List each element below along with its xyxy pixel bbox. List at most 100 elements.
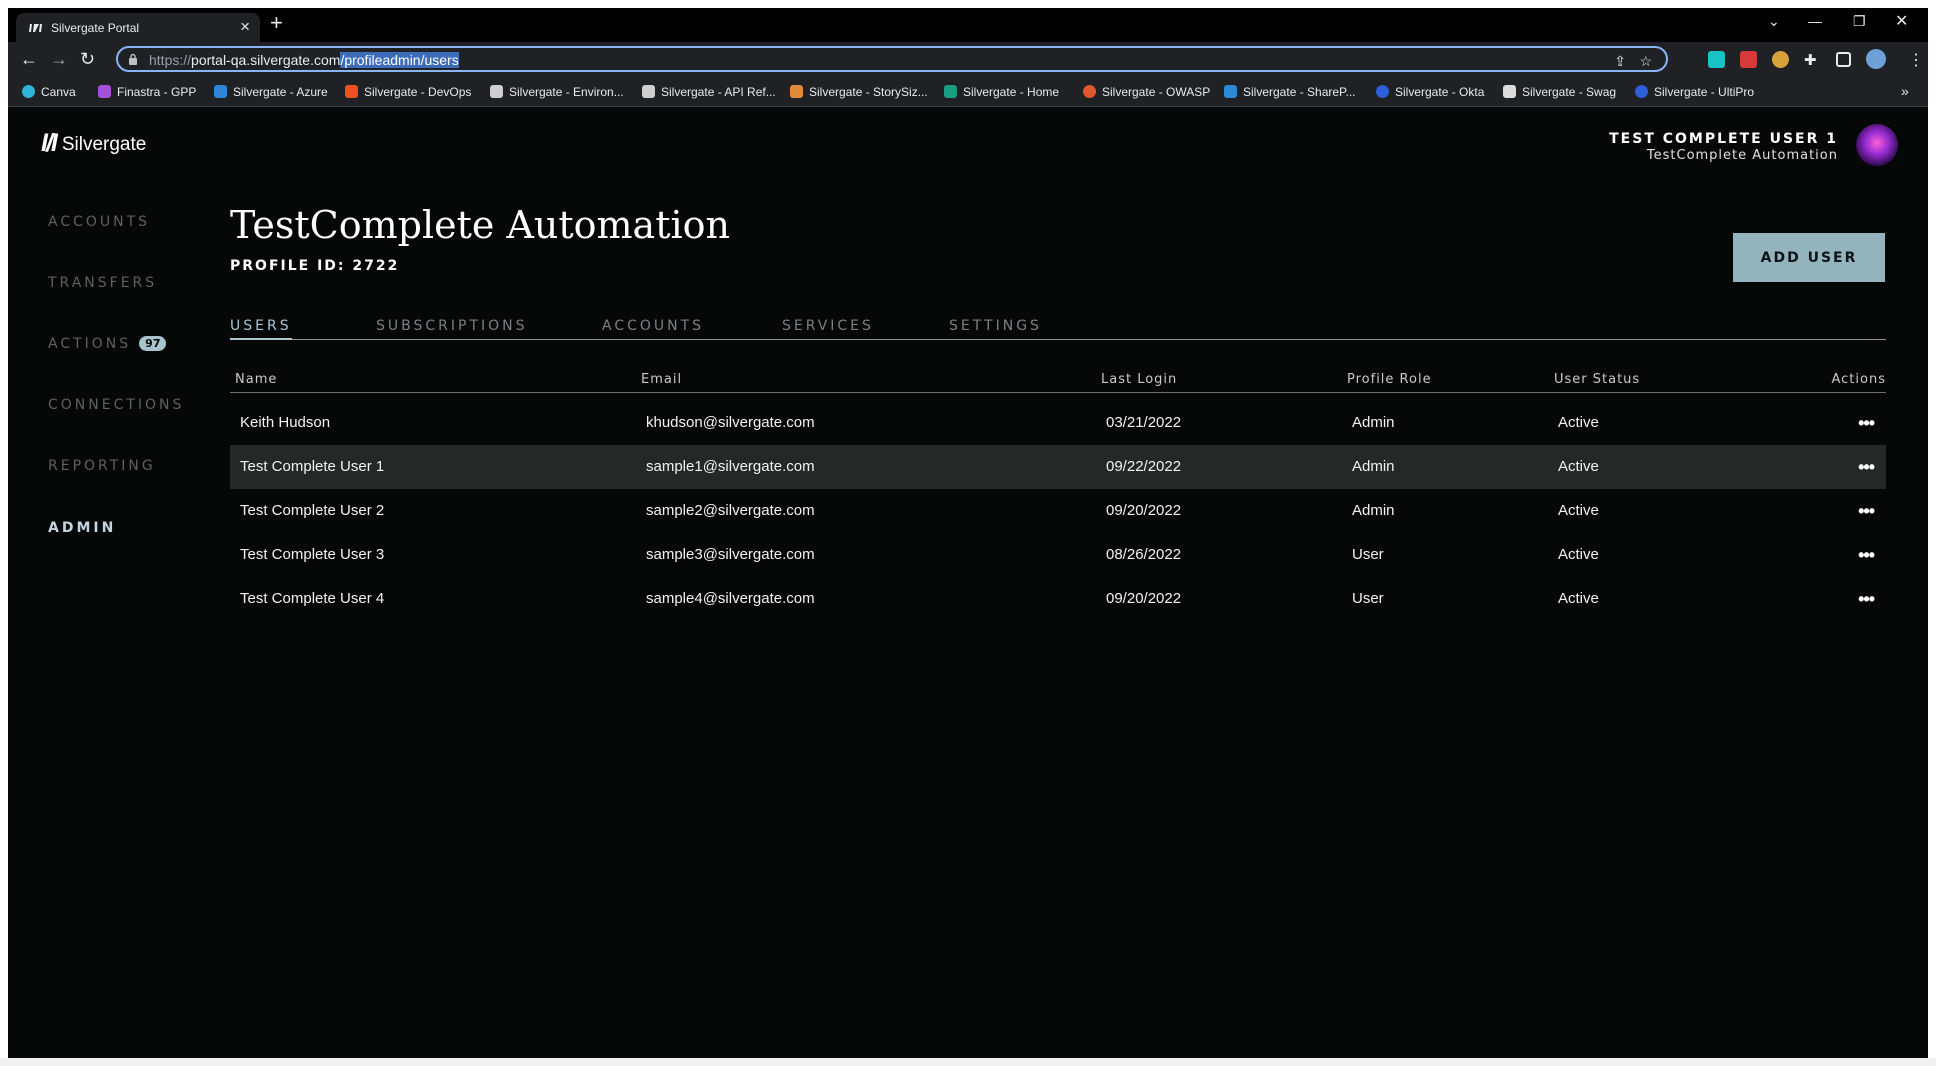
share-icon[interactable]: ⇪ — [1614, 53, 1626, 70]
bookmark-item[interactable]: Silvergate - Swag — [1503, 85, 1616, 99]
user-name-cell: Test Complete User 2 — [240, 502, 385, 519]
bookmark-favicon-icon — [1376, 85, 1389, 98]
bookmark-favicon-icon — [1635, 85, 1648, 98]
extension-icon[interactable] — [1740, 51, 1757, 68]
profile-avatar-icon[interactable] — [1866, 49, 1886, 69]
column-header-email[interactable]: Email — [641, 372, 682, 387]
bookmark-label: Silvergate - DevOps — [364, 85, 472, 99]
last-login-cell: 03/21/2022 — [1106, 414, 1182, 431]
user-status-cell: Active — [1558, 546, 1599, 563]
tab-accounts[interactable]: ACCOUNTS — [602, 318, 704, 338]
reload-icon[interactable]: ↻ — [80, 49, 95, 69]
column-header-actions: Actions — [1831, 372, 1886, 387]
bookmark-item[interactable]: Silvergate - Environ... — [490, 85, 624, 99]
user-email-cell: sample2@silvergate.com — [646, 502, 815, 519]
extension-icon[interactable] — [1708, 51, 1725, 68]
forward-icon[interactable]: → — [50, 49, 68, 69]
table-row[interactable]: Test Complete User 2 sample2@silvergate.… — [230, 489, 1886, 533]
bookmark-favicon-icon — [490, 85, 503, 98]
profile-role-cell: Admin — [1352, 502, 1395, 519]
sidebar-item-actions[interactable]: ACTIONS 97 — [48, 336, 167, 352]
tab-search-icon[interactable]: ⌄ — [1768, 13, 1780, 30]
table-header: Name Email Last Login Profile Role User … — [230, 369, 1886, 393]
address-bar[interactable]: https://portal-qa.silvergate.com/profile… — [116, 46, 1668, 72]
bookmark-item[interactable]: Canva — [22, 85, 76, 99]
bookmark-item[interactable]: Silvergate - UltiPro — [1635, 85, 1754, 99]
sidebar-item-label: ACTIONS — [48, 336, 132, 352]
side-panel-icon[interactable] — [1836, 52, 1851, 67]
bookmarks-overflow-icon[interactable]: » — [1901, 83, 1909, 99]
bookmark-favicon-icon — [1083, 85, 1096, 98]
actions-count-badge: 97 — [139, 336, 167, 351]
bookmark-item[interactable]: Silvergate - API Ref... — [642, 85, 776, 99]
puzzle-extensions-icon[interactable]: ✚ — [1804, 51, 1817, 69]
table-row[interactable]: Keith Hudson khudson@silvergate.com 03/2… — [230, 401, 1886, 445]
add-user-button[interactable]: ADD USER — [1733, 233, 1885, 282]
back-icon[interactable]: ← — [20, 49, 38, 69]
profile-role-cell: Admin — [1352, 458, 1395, 475]
tab-users[interactable]: USERS — [230, 318, 292, 340]
bookmark-label: Silvergate - Okta — [1395, 85, 1485, 99]
minimize-icon[interactable]: — — [1808, 13, 1822, 29]
bookmark-favicon-icon — [214, 85, 227, 98]
sidebar-item-accounts[interactable]: ACCOUNTS — [48, 214, 150, 230]
column-header-user-status[interactable]: User Status — [1554, 372, 1640, 387]
sidebar-item-reporting[interactable]: REPORTING — [48, 458, 156, 474]
extension-icon[interactable] — [1772, 51, 1789, 68]
browser-menu-icon[interactable]: ⋮ — [1908, 50, 1924, 70]
tab-subscriptions[interactable]: SUBSCRIPTIONS — [376, 318, 528, 338]
sidebar-item-connections[interactable]: CONNECTIONS — [48, 397, 184, 413]
bookmark-star-icon[interactable]: ☆ — [1639, 53, 1652, 70]
avatar[interactable] — [1856, 124, 1898, 166]
user-email-cell: sample3@silvergate.com — [646, 546, 815, 563]
last-login-cell: 08/26/2022 — [1106, 546, 1182, 563]
bookmark-item[interactable]: Silvergate - Home — [944, 85, 1059, 99]
silvergate-logo[interactable]: I/I Silvergate — [41, 129, 146, 158]
row-actions-icon[interactable]: ••• — [1858, 501, 1875, 522]
browser-toolbar: ← → ↻ https://portal-qa.silvergate.com/p… — [8, 42, 1928, 78]
bookmark-label: Silvergate - StorySiz... — [809, 85, 928, 99]
row-actions-icon[interactable]: ••• — [1858, 589, 1875, 610]
user-email-cell: sample4@silvergate.com — [646, 590, 815, 607]
lock-icon — [129, 53, 137, 65]
column-header-last-login[interactable]: Last Login — [1101, 372, 1177, 387]
bookmark-item[interactable]: Silvergate - Okta — [1376, 85, 1484, 99]
tab-services[interactable]: SERVICES — [782, 318, 874, 338]
bookmark-favicon-icon — [345, 85, 358, 98]
user-email-cell: sample1@silvergate.com — [646, 458, 815, 475]
row-actions-icon[interactable]: ••• — [1858, 413, 1875, 434]
bookmark-item[interactable]: Finastra - GPP — [98, 85, 196, 99]
table-row[interactable]: Test Complete User 4 sample4@silvergate.… — [230, 577, 1886, 621]
bookmark-label: Silvergate - Swag — [1522, 85, 1617, 99]
column-header-profile-role[interactable]: Profile Role — [1347, 372, 1432, 387]
profile-role-cell: Admin — [1352, 414, 1395, 431]
column-header-name[interactable]: Name — [235, 372, 277, 387]
bookmark-item[interactable]: Silvergate - DevOps — [345, 85, 471, 99]
bookmark-label: Silvergate - ShareP... — [1243, 85, 1356, 99]
bookmark-item[interactable]: Silvergate - StorySiz... — [790, 85, 928, 99]
row-actions-icon[interactable]: ••• — [1858, 457, 1875, 478]
window-close-icon[interactable]: ✕ — [1895, 11, 1908, 31]
tab-title: Silvergate Portal — [51, 21, 140, 35]
new-tab-icon[interactable]: + — [270, 12, 283, 34]
table-row[interactable]: Test Complete User 3 sample3@silvergate.… — [230, 533, 1886, 577]
bookmark-item[interactable]: Silvergate - Azure — [214, 85, 328, 99]
profile-role-cell: User — [1352, 546, 1384, 563]
restore-icon[interactable]: ❐ — [1853, 13, 1866, 30]
bookmark-item[interactable]: Silvergate - ShareP... — [1224, 85, 1356, 99]
tab-settings[interactable]: SETTINGS — [949, 318, 1042, 338]
sidebar-item-transfers[interactable]: TRANSFERS — [48, 275, 157, 291]
table-row[interactable]: Test Complete User 1 sample1@silvergate.… — [230, 445, 1886, 489]
os-taskbar — [0, 1058, 1936, 1066]
portal-app: I/I Silvergate ACCOUNTS TRANSFERS ACTIONS… — [8, 107, 1928, 1066]
user-menu[interactable]: TEST COMPLETE USER 1 TestComplete Automa… — [1609, 131, 1838, 163]
sidebar-item-admin[interactable]: ADMIN — [48, 520, 116, 536]
browser-tab[interactable]: Silvergate Portal × — [16, 13, 260, 42]
tab-strip: Silvergate Portal × + ⌄ — ❐ ✕ — [8, 8, 1928, 42]
sidebar-item-label: TRANSFERS — [48, 275, 158, 291]
sidebar-item-label: ACCOUNTS — [48, 214, 151, 230]
bookmark-item[interactable]: Silvergate - OWASP — [1083, 85, 1210, 99]
address-url[interactable]: https://portal-qa.silvergate.com/profile… — [149, 52, 459, 68]
row-actions-icon[interactable]: ••• — [1858, 545, 1875, 566]
tab-close-icon[interactable]: × — [240, 17, 250, 37]
